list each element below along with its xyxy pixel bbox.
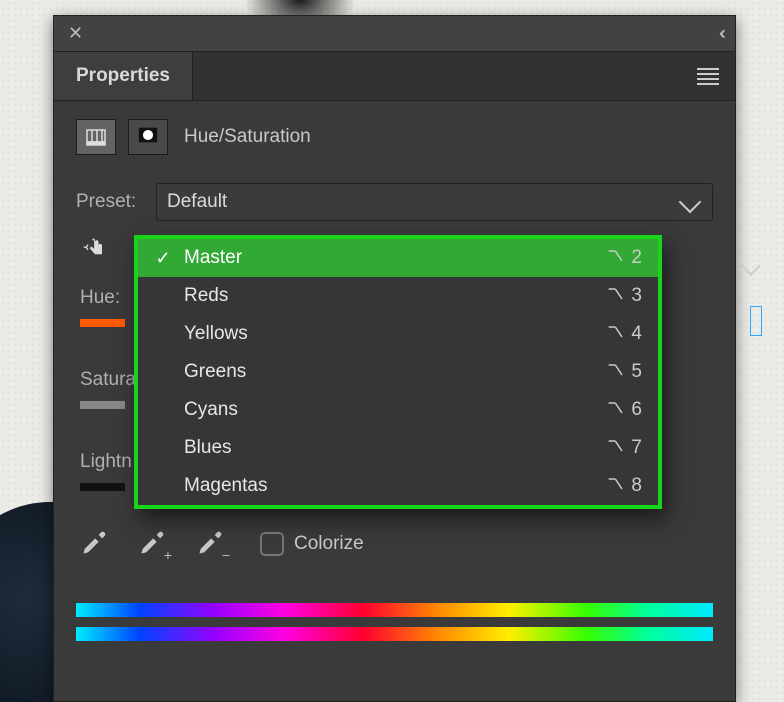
color-range-option[interactable]: ✓ Master 2 xyxy=(138,239,658,277)
panel-menu-icon[interactable] xyxy=(681,52,735,100)
saturation-track[interactable] xyxy=(80,401,125,409)
option-shortcut: 4 xyxy=(607,323,642,345)
adjustment-title: Hue/Saturation xyxy=(184,126,311,148)
colorize-label: Colorize xyxy=(294,533,364,555)
eyedropper-minus-icon[interactable]: − xyxy=(196,529,226,559)
option-label: Master xyxy=(184,247,242,269)
color-range-option[interactable]: ✓Blues7 xyxy=(138,429,658,467)
titlebar: ✕ ‹‹ xyxy=(54,16,735,52)
option-key-icon xyxy=(607,323,627,345)
option-key-icon xyxy=(607,475,627,497)
mask-thumb-icon[interactable] xyxy=(128,119,168,155)
hue-track[interactable] xyxy=(80,319,125,327)
preset-value: Default xyxy=(167,191,227,213)
option-label: Greens xyxy=(184,361,246,383)
color-range-option[interactable]: ✓Reds3 xyxy=(138,277,658,315)
option-key-icon xyxy=(607,247,627,269)
close-icon[interactable]: ✕ xyxy=(68,23,83,44)
checkbox-icon[interactable] xyxy=(260,532,284,556)
option-shortcut: 8 xyxy=(607,475,642,497)
color-range-dropdown: ✓Master2✓Reds3✓Yellows4✓Greens5✓Cyans6✓B… xyxy=(134,235,662,509)
option-key-icon xyxy=(607,437,627,459)
targeted-adjust-icon[interactable] xyxy=(76,235,114,263)
option-label: Reds xyxy=(184,285,228,307)
color-range-option[interactable]: ✓Yellows4 xyxy=(138,315,658,353)
chevron-down-icon xyxy=(679,191,702,214)
option-shortcut: 2 xyxy=(607,247,642,269)
spectrum-bar-bottom[interactable] xyxy=(76,627,713,641)
tab-label: Properties xyxy=(76,65,170,87)
preset-select[interactable]: Default xyxy=(156,183,713,221)
color-range-option[interactable]: ✓Cyans6 xyxy=(138,391,658,429)
option-key-icon xyxy=(607,285,627,307)
option-shortcut: 5 xyxy=(607,361,642,383)
eyedropper-plus-icon[interactable]: + xyxy=(138,529,168,559)
tab-row: Properties xyxy=(54,52,735,101)
option-label: Yellows xyxy=(184,323,248,345)
option-label: Blues xyxy=(184,437,232,459)
spectrum-bar-top[interactable] xyxy=(76,603,713,617)
value-field-outline[interactable] xyxy=(750,306,762,336)
adjustment-type-icon[interactable] xyxy=(76,119,116,155)
option-key-icon xyxy=(607,399,627,421)
option-label: Cyans xyxy=(184,399,238,421)
option-key-icon xyxy=(607,361,627,383)
option-shortcut: 7 xyxy=(607,437,642,459)
collapse-icon[interactable]: ‹‹ xyxy=(719,23,721,44)
option-label: Magentas xyxy=(184,475,267,497)
eyedropper-icon[interactable] xyxy=(80,529,110,559)
color-range-option[interactable]: ✓Greens5 xyxy=(138,353,658,391)
option-shortcut: 3 xyxy=(607,285,642,307)
lightness-track[interactable] xyxy=(80,483,125,491)
option-shortcut: 6 xyxy=(607,399,642,421)
preset-label: Preset: xyxy=(76,191,144,213)
tab-properties[interactable]: Properties xyxy=(54,52,193,100)
colorize-checkbox[interactable]: Colorize xyxy=(260,532,364,556)
check-icon: ✓ xyxy=(154,248,172,269)
color-range-option[interactable]: ✓Magentas8 xyxy=(138,467,658,505)
